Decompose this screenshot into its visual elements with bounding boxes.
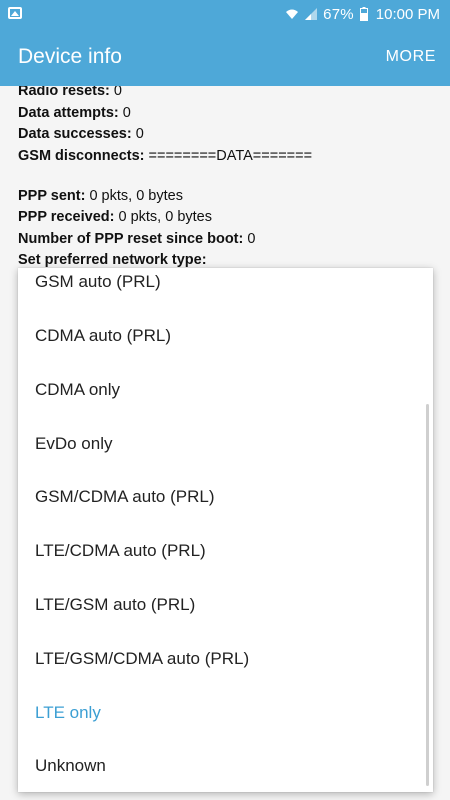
app-bar: Device info MORE — [0, 28, 450, 86]
radio-resets-row: Radio resets: 0 — [18, 86, 122, 99]
ppp-received-row: PPP received: 0 pkts, 0 bytes — [18, 209, 212, 225]
ppp-sent-label: PPP sent: — [18, 188, 86, 204]
data-successes-value: 0 — [135, 126, 144, 142]
battery-percentage: 67% — [323, 5, 354, 23]
ppp-reset-label: Number of PPP reset since boot: — [18, 231, 244, 247]
option-lte-gsm-auto-prl[interactable]: LTE/GSM auto (PRL) — [35, 595, 195, 615]
more-button[interactable]: MORE — [386, 48, 436, 66]
signal-icon — [305, 8, 318, 20]
option-cdma-only[interactable]: CDMA only — [35, 380, 120, 400]
option-gsm-cdma-auto-prl[interactable]: GSM/CDMA auto (PRL) — [35, 487, 215, 507]
option-unknown[interactable]: Unknown — [35, 756, 106, 776]
gsm-disconnects-row: GSM disconnects: ========DATA======= — [18, 148, 312, 164]
option-lte-only-selected[interactable]: LTE only — [35, 703, 101, 723]
ppp-reset-row: Number of PPP reset since boot: 0 — [18, 231, 255, 247]
option-lte-gsm-cdma-auto-prl[interactable]: LTE/GSM/CDMA auto (PRL) — [35, 649, 249, 669]
data-attempts-label: Data attempts: — [18, 105, 119, 121]
option-evdo-only[interactable]: EvDo only — [35, 434, 112, 454]
radio-resets-value: 0 — [113, 86, 122, 99]
option-lte-cdma-auto-prl[interactable]: LTE/CDMA auto (PRL) — [35, 541, 206, 561]
status-indicators: 67% 10:00 PM — [285, 6, 440, 23]
data-successes-row: Data successes: 0 — [18, 126, 144, 142]
gsm-disconnects-label: GSM disconnects: — [18, 148, 145, 164]
dropdown-scrollbar[interactable] — [426, 404, 429, 786]
network-type-row: Set preferred network type: — [18, 252, 207, 268]
ppp-received-label: PPP received: — [18, 209, 115, 225]
option-gsm-auto-prl[interactable]: GSM auto (PRL) — [35, 272, 161, 292]
page-title: Device info — [18, 45, 122, 68]
data-attempts-row: Data attempts: 0 — [18, 105, 131, 121]
radio-resets-label: Radio resets: — [18, 86, 110, 99]
option-cdma-auto-prl[interactable]: CDMA auto (PRL) — [35, 326, 171, 346]
data-attempts-value: 0 — [122, 105, 131, 121]
status-bar: 67% 10:00 PM — [0, 0, 450, 28]
network-type-dropdown[interactable]: GSM auto (PRL) CDMA auto (PRL) CDMA only… — [18, 268, 433, 792]
ppp-sent-value: 0 pkts, 0 bytes — [89, 188, 183, 204]
battery-icon — [359, 7, 368, 21]
data-successes-label: Data successes: — [18, 126, 132, 142]
clock: 10:00 PM — [375, 5, 440, 23]
network-type-label: Set preferred network type: — [18, 252, 207, 268]
ppp-received-value: 0 pkts, 0 bytes — [118, 209, 213, 225]
gsm-disconnects-value: ========DATA======= — [148, 148, 313, 164]
ppp-sent-row: PPP sent: 0 pkts, 0 bytes — [18, 188, 183, 204]
gallery-notification-icon — [8, 7, 22, 19]
ppp-reset-value: 0 — [247, 231, 256, 247]
wifi-icon — [285, 8, 299, 20]
